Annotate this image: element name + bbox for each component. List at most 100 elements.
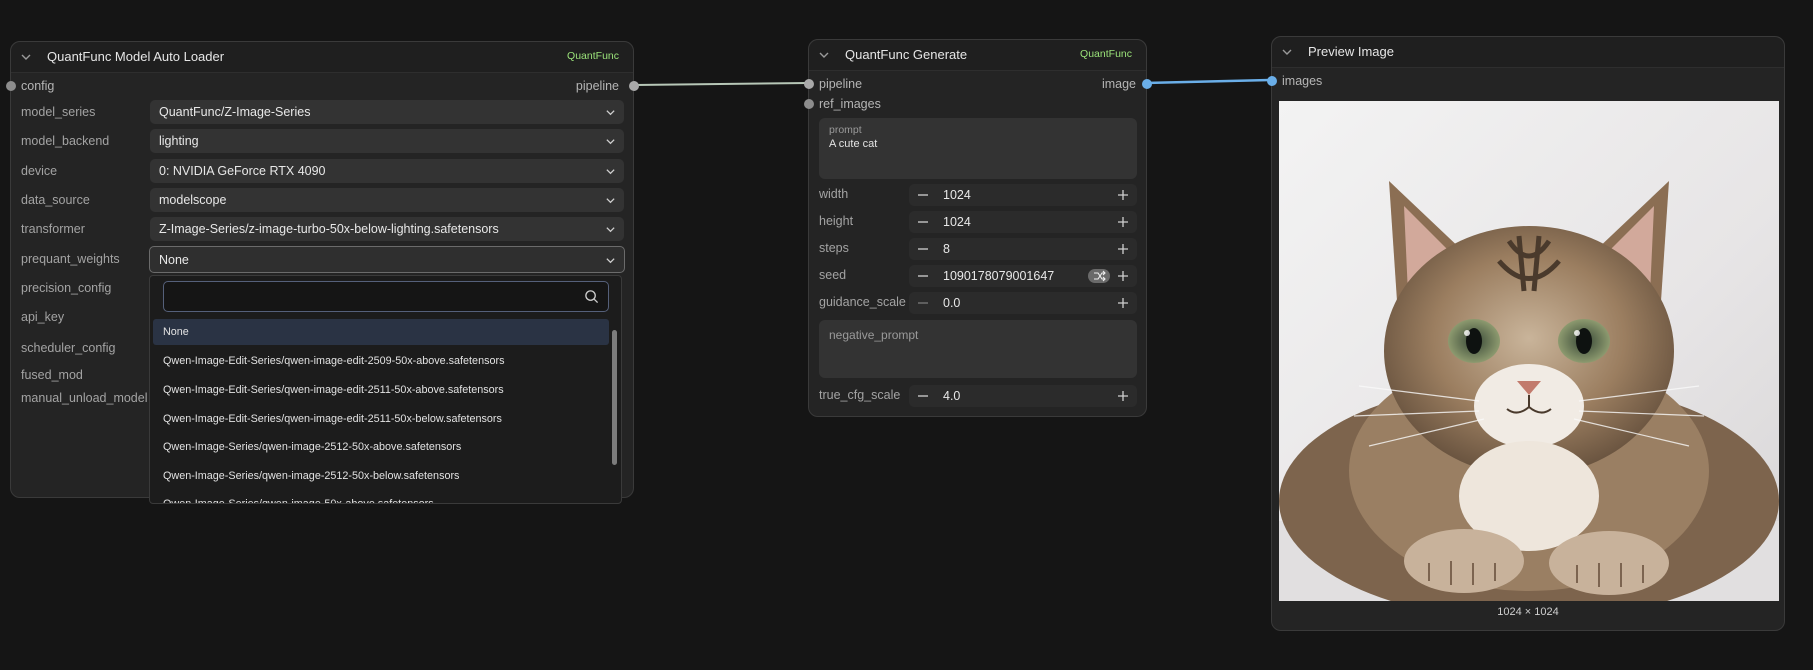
plus-icon[interactable] [1117, 189, 1129, 201]
height-value: 1024 [943, 215, 971, 229]
minus-icon[interactable] [917, 216, 929, 228]
dropdown-scrollbar[interactable] [611, 322, 619, 502]
true-cfg-scale-value: 4.0 [943, 389, 961, 403]
config-input-slot[interactable] [6, 81, 16, 91]
precision-config-label: precision_config [21, 281, 112, 295]
seed-value: 1090178079001647 [943, 269, 1055, 283]
dropdown-option-none[interactable]: None [153, 319, 609, 345]
node-badge: QuantFunc [567, 50, 619, 62]
data-source-select[interactable]: modelscope [150, 188, 624, 212]
preview-image-node[interactable]: Preview Image images 1024 × 1024 [1267, 36, 1785, 631]
transformer-select[interactable]: Z-Image-Series/z-image-turbo-50x-below-l… [150, 217, 624, 241]
chevron-down-icon [606, 110, 615, 116]
plus-icon[interactable] [1117, 297, 1129, 309]
node-badge: QuantFunc [1080, 48, 1132, 60]
steps-label: steps [819, 241, 849, 255]
plus-icon[interactable] [1117, 216, 1129, 228]
api-key-label: api_key [21, 310, 65, 324]
images-input-slot[interactable] [1267, 76, 1277, 86]
chevron-down-icon [606, 139, 615, 145]
prompt-value: A cute cat [829, 138, 878, 150]
manual-unload-model-label: manual_unload_model [21, 391, 148, 405]
width-value: 1024 [943, 188, 971, 202]
select-value: QuantFunc/Z-Image-Series [159, 105, 311, 119]
ref-images-input-slot[interactable] [804, 99, 814, 109]
randomize-seed-button[interactable] [1088, 269, 1110, 283]
fused-mod-label: fused_mod [21, 368, 83, 382]
scheduler-config-label: scheduler_config [21, 341, 116, 355]
negative-prompt-placeholder: negative_prompt [829, 328, 919, 342]
transformer-label: transformer [21, 222, 85, 236]
minus-icon[interactable] [917, 243, 929, 255]
plus-icon[interactable] [1117, 270, 1129, 282]
scrollbar-thumb[interactable] [612, 330, 617, 465]
select-value: None [159, 253, 189, 267]
minus-icon[interactable] [917, 270, 929, 282]
prequant-weights-dropdown[interactable]: None Qwen-Image-Edit-Series/qwen-image-e… [149, 275, 622, 504]
model-series-label: model_series [21, 105, 96, 119]
width-stepper[interactable]: 1024 [909, 184, 1137, 206]
height-label: height [819, 214, 854, 228]
select-value: Z-Image-Series/z-image-turbo-50x-below-l… [159, 222, 499, 236]
image-size-label: 1024 × 1024 [1497, 606, 1559, 618]
data-source-label: data_source [21, 193, 90, 207]
preview-image[interactable] [1279, 101, 1779, 601]
dropdown-option[interactable]: Qwen-Image-Edit-Series/qwen-image-edit-2… [153, 348, 609, 374]
pipeline-link [632, 82, 809, 86]
generate-node[interactable]: QuantFunc Generate QuantFunc pipeline re… [804, 39, 1152, 417]
image-link [1144, 78, 1271, 85]
dropdown-search-field[interactable] [163, 281, 609, 312]
pipeline-input-label: pipeline [819, 77, 863, 91]
width-label: width [819, 187, 849, 201]
dropdown-option[interactable]: Qwen-Image-Edit-Series/qwen-image-edit-2… [153, 406, 609, 432]
steps-value: 8 [943, 242, 950, 256]
prequant-weights-select[interactable]: None [149, 246, 625, 273]
minus-icon[interactable] [917, 297, 929, 309]
chevron-down-icon[interactable] [20, 51, 32, 63]
prequant-weights-label: prequant_weights [21, 252, 120, 266]
negative-prompt-textarea[interactable]: negative_prompt [819, 320, 1137, 378]
node-header[interactable]: QuantFunc Generate QuantFunc [809, 40, 1146, 71]
node-title: QuantFunc Model Auto Loader [47, 49, 225, 64]
chevron-down-icon[interactable] [818, 49, 830, 61]
plus-icon[interactable] [1117, 243, 1129, 255]
pipeline-output-slot[interactable] [629, 81, 639, 91]
shuffle-icon [1094, 270, 1106, 282]
node-title: QuantFunc Generate [845, 47, 968, 62]
seed-stepper[interactable]: 1090178079001647 [909, 265, 1137, 287]
dropdown-option[interactable]: Qwen-Image-Series/qwen-image-2512-50x-ab… [153, 434, 609, 460]
minus-icon[interactable] [917, 390, 929, 402]
image-output-label: image [1101, 77, 1136, 91]
chevron-down-icon [606, 198, 615, 204]
device-select[interactable]: 0: NVIDIA GeForce RTX 4090 [150, 159, 624, 183]
dropdown-option[interactable]: Qwen-Image-Edit-Series/qwen-image-edit-2… [153, 377, 609, 403]
device-label: device [21, 164, 58, 178]
chevron-down-icon [606, 169, 615, 175]
seed-label: seed [819, 268, 847, 282]
height-stepper[interactable]: 1024 [909, 211, 1137, 233]
select-value: 0: NVIDIA GeForce RTX 4090 [159, 164, 326, 178]
image-output-slot[interactable] [1142, 79, 1152, 89]
model-backend-select[interactable]: lighting [150, 129, 624, 153]
pipeline-input-slot[interactable] [804, 79, 814, 89]
guidance-scale-stepper[interactable]: 0.0 [909, 292, 1137, 314]
prompt-textarea[interactable]: prompt A cute cat [819, 118, 1137, 179]
node-header[interactable]: QuantFunc Model Auto Loader QuantFunc [11, 42, 633, 73]
prompt-label: prompt [829, 124, 862, 136]
plus-icon[interactable] [1117, 390, 1129, 402]
search-icon [585, 290, 599, 304]
model-backend-label: model_backend [21, 134, 110, 148]
dropdown-option[interactable]: Qwen-Image-Series/qwen-image-2512-50x-be… [153, 463, 609, 489]
dropdown-option[interactable]: Qwen-Image-Series/qwen-image-50x-above.s… [153, 491, 609, 503]
dropdown-search-input[interactable] [172, 286, 576, 308]
node-title: Preview Image [1308, 44, 1394, 59]
minus-icon[interactable] [917, 189, 929, 201]
guidance-scale-label: guidance_scale [819, 295, 906, 309]
true-cfg-scale-stepper[interactable]: 4.0 [909, 385, 1137, 407]
steps-stepper[interactable]: 8 [909, 238, 1137, 260]
chevron-down-icon [606, 258, 615, 264]
chevron-down-icon[interactable] [1281, 46, 1293, 58]
node-header[interactable]: Preview Image [1272, 37, 1784, 68]
select-value: lighting [159, 134, 199, 148]
model-series-select[interactable]: QuantFunc/Z-Image-Series [150, 100, 624, 124]
